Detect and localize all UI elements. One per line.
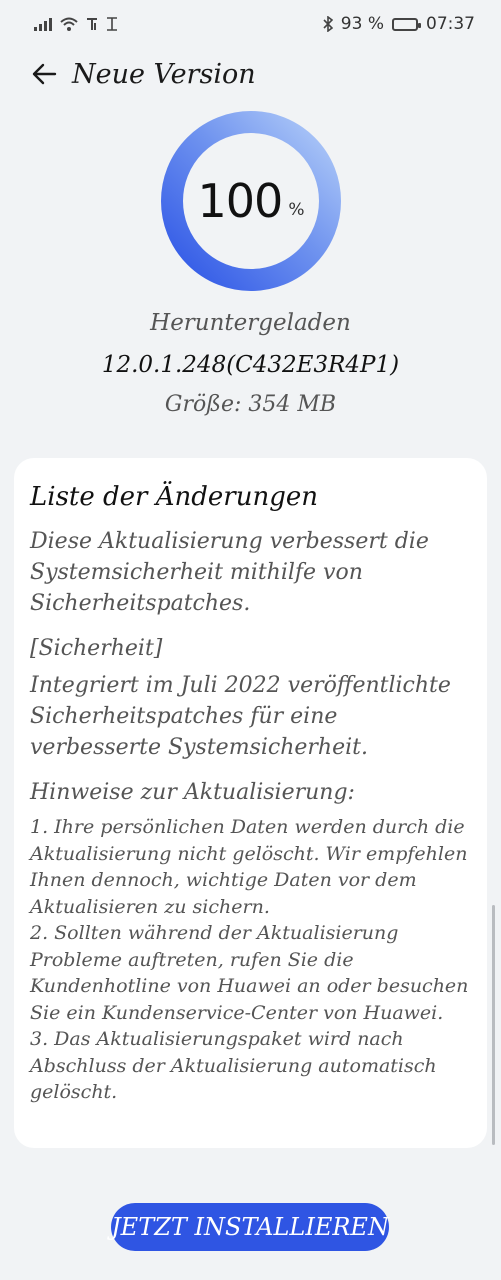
battery-icon [392, 17, 421, 31]
app-bar: Neue Version [0, 52, 501, 96]
version-number: 12.0.1.248(C432E3R4P1) [101, 352, 400, 378]
progress-value: 100 [197, 174, 284, 228]
notes-title: Hinweise zur Aktualisierung: [30, 780, 355, 805]
note-item: 2. Sollten während der Aktualisierung Pr… [30, 922, 469, 1024]
progress-readout: 100 % [160, 110, 342, 292]
download-status: Heruntergeladen [150, 310, 351, 336]
progress-unit: % [288, 200, 305, 220]
clock: 07:37 [426, 14, 475, 34]
back-button[interactable] [22, 52, 66, 96]
update-notes: 1. Ihre persönlichen Daten werden durch … [30, 814, 471, 1106]
install-now-button[interactable]: JETZT INSTALLIEREN [111, 1203, 389, 1251]
arrow-left-icon [32, 63, 57, 85]
data-icon [107, 17, 117, 31]
note-item: 1. Ihre persönlichen Daten werden durch … [30, 816, 468, 918]
nfc-icon [87, 18, 97, 30]
changelog-title: Liste der Änderungen [30, 482, 318, 512]
changelog-intro: Diese Aktualisierung verbessert die Syst… [30, 529, 429, 616]
note-item: 3. Das Aktualisierungspaket wird nach Ab… [30, 1028, 437, 1103]
status-bar: 93 % 07:37 [0, 0, 501, 48]
battery-percent: 93 % [340, 14, 384, 34]
changelog-card: Liste der Änderungen Diese Aktualisierun… [14, 458, 487, 1148]
signal-icon [34, 17, 52, 31]
scrollbar[interactable] [492, 905, 495, 1145]
status-right: 93 % 07:37 [323, 14, 475, 34]
security-text: Integriert im Juli 2022 veröffentlichte … [30, 673, 451, 760]
download-progress-ring: 100 % [160, 110, 342, 292]
page-title: Neue Version [72, 58, 256, 90]
wifi-icon [60, 17, 78, 31]
bluetooth-icon [323, 16, 333, 32]
package-size: Größe: 354 MB [164, 392, 337, 417]
status-left [34, 17, 118, 31]
security-tag: [Sicherheit] [30, 636, 163, 661]
